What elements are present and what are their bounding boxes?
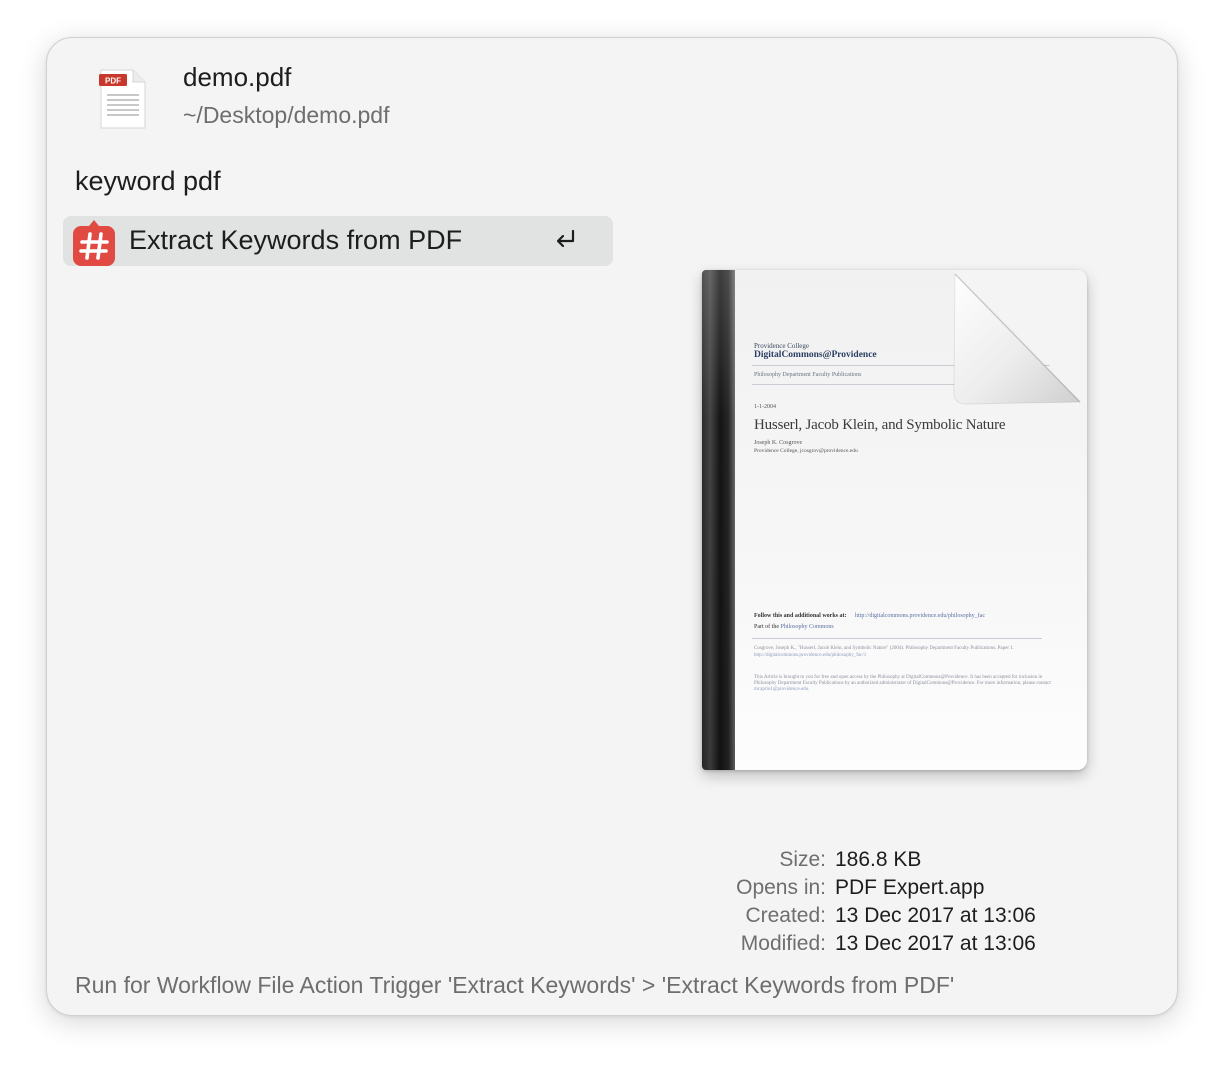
detail-label: Created: [745,904,826,927]
detail-value: 186.8 KB [835,848,922,871]
document-preview[interactable]: Providence College DigitalCommons@Provid… [702,270,1087,770]
detail-opens-in: Opens in: PDF Expert.app [667,874,1107,902]
detail-value: 13 Dec 2017 at 13:06 [835,932,1036,955]
detail-label: Size: [779,848,826,871]
page-curl-icon [952,270,1087,410]
pdf-title: Husserl, Jacob Klein, and Symbolic Natur… [754,417,1006,433]
search-query[interactable]: keyword pdf [75,166,221,197]
pdf-badge-label: PDF [105,77,121,86]
pdf-divider [752,638,1042,639]
result-label: Extract Keywords from PDF [129,225,463,255]
pdf-part-of-link: Philosophy Commons [780,624,834,630]
pdf-repository: DigitalCommons@Providence [754,350,877,360]
file-name: demo.pdf [183,62,292,92]
file-details: Size: 186.8 KB Opens in: PDF Expert.app … [667,846,1107,958]
return-key-icon [553,226,579,252]
pdf-notice-line: Philosophy Department Faculty Publicatio… [754,681,1051,686]
detail-created: Created: 13 Dec 2017 at 13:06 [667,902,1107,930]
pdf-follow-text: Follow this and additional works at: [754,613,847,619]
pdf-collection: Philosophy Department Faculty Publicatio… [754,372,862,378]
pdf-citation: Cosgrove, Joseph K., "Husserl, Jacob Kle… [754,646,1015,651]
result-item-extract-keywords[interactable]: Extract Keywords from PDF [63,216,613,266]
detail-label: Modified: [740,932,826,955]
pdf-follow-link: http://digitalcommons.providence.edu/phi… [855,613,985,619]
footer-action-description: Run for Workflow File Action Trigger 'Ex… [75,972,955,998]
pdf-notice-line: mcaprio1@providence.edu. [754,687,810,692]
pdf-author: Joseph K. Cosgrove [754,440,803,446]
detail-modified: Modified: 13 Dec 2017 at 13:06 [667,930,1107,958]
pdf-date: 1-1-2004 [754,404,776,410]
pdf-notice-line: This Article is brought to you for free … [754,675,1043,680]
pdf-affiliation: Providence College, jcosgrov@providence.… [754,448,858,454]
detail-value: 13 Dec 2017 at 13:06 [835,904,1036,927]
hashtag-icon [71,220,117,266]
action-panel: PDF demo.pdf ~/Desktop/demo.pdf keyword … [46,37,1178,1016]
pdf-file-icon: PDF [97,68,149,130]
detail-size: Size: 186.8 KB [667,846,1107,874]
pdf-citation-link: http://digitalcommons.providence.edu/phi… [754,653,867,658]
pdf-part-of-prefix: Part of the [754,624,779,630]
file-path: ~/Desktop/demo.pdf [183,102,390,128]
detail-value: PDF Expert.app [835,876,985,899]
pdf-part-of: Part of the Philosophy Commons [754,624,834,630]
binder-spine [702,270,735,770]
pdf-institution: Providence College [754,342,810,350]
detail-label: Opens in: [736,876,826,899]
